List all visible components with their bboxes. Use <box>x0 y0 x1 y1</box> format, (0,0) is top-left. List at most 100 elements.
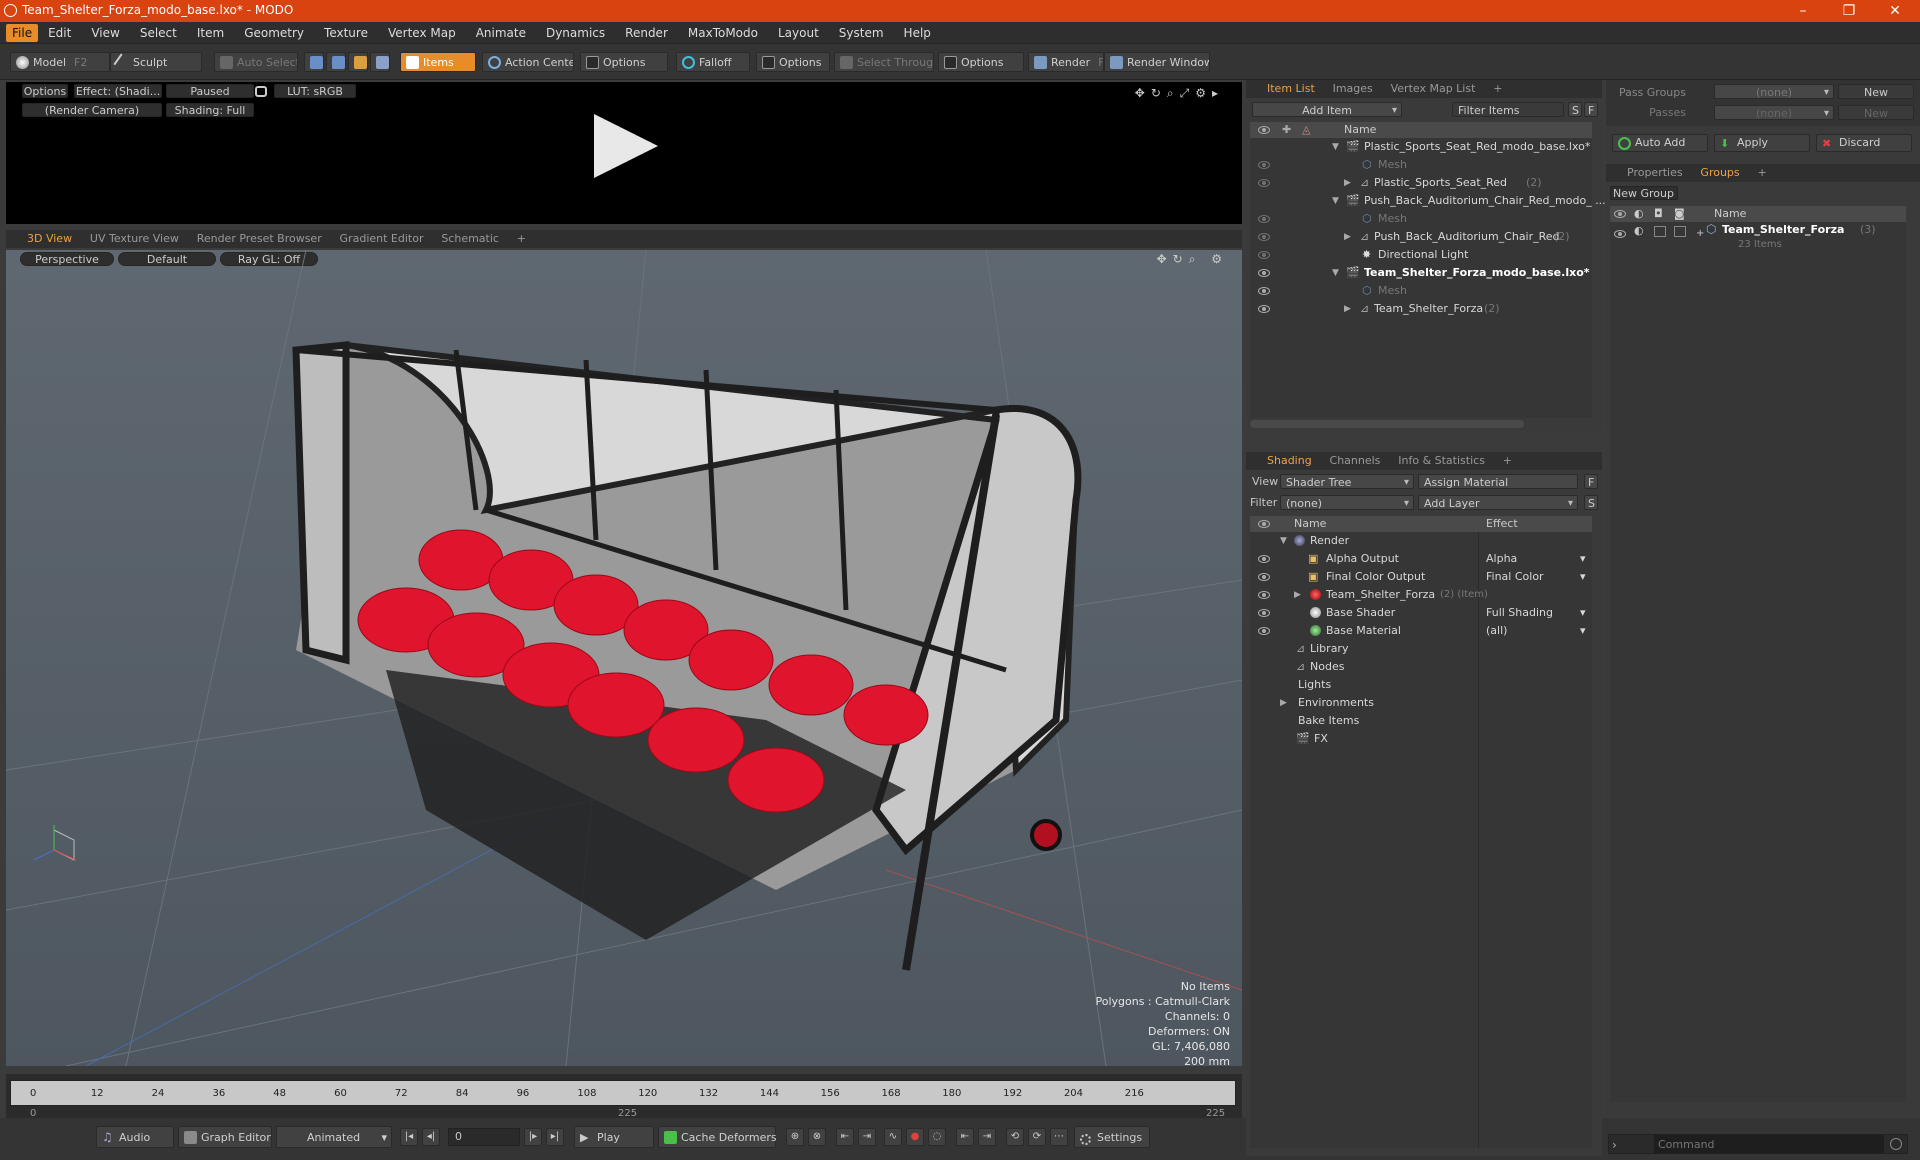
lock-icon[interactable] <box>255 86 267 97</box>
visibility-icon[interactable] <box>1258 305 1270 313</box>
render-toggle-icon[interactable]: ◐ <box>1634 224 1644 237</box>
view-dropdown[interactable]: Shader Tree <box>1280 474 1414 489</box>
preview-options-button[interactable]: Options <box>22 84 68 98</box>
item-row-chair-mesh[interactable]: ⬡ Mesh <box>1250 210 1592 228</box>
visibility-icon[interactable] <box>1258 233 1270 241</box>
shader-row-bake-items[interactable]: Bake Items <box>1250 712 1592 730</box>
menu-animate[interactable]: Animate <box>466 22 536 44</box>
select-through-button[interactable]: Select Through <box>834 52 934 72</box>
preview-nav-icons[interactable]: ✥↻⌕⤢⚙▸ <box>1135 86 1224 101</box>
item-row-shelter-mesh[interactable]: ⬡ Mesh <box>1250 282 1592 300</box>
menu-edit[interactable]: Edit <box>38 22 81 44</box>
tab-render-preset-browser[interactable]: Render Preset Browser <box>190 230 329 248</box>
tab-groups[interactable]: Groups <box>1693 164 1747 182</box>
shading-s-button[interactable]: S <box>1584 495 1598 510</box>
visibility-icon[interactable] <box>1614 230 1626 238</box>
tab-3d-view[interactable]: 3D View <box>20 230 80 248</box>
sculpt-mode-button[interactable]: Sculpt <box>110 52 202 72</box>
visibility-icon[interactable] <box>1258 161 1270 169</box>
play-preview-icon[interactable] <box>594 114 658 178</box>
chevron-down-icon[interactable]: ▾ <box>1580 604 1586 622</box>
filter-f-button[interactable]: F <box>1584 102 1598 117</box>
lut-dropdown[interactable]: LUT: sRGB <box>274 84 356 98</box>
key-tool-icon-11[interactable]: ⋯ <box>1050 1128 1068 1146</box>
menu-system[interactable]: System <box>829 22 894 44</box>
passes-dropdown[interactable]: (none) <box>1714 105 1834 120</box>
menu-file[interactable]: File <box>6 23 39 42</box>
key-tool-icon-8[interactable]: ⇥ <box>978 1128 996 1146</box>
shader-row-alpha-output[interactable]: ▣ Alpha Output Alpha ▾ <box>1250 550 1592 568</box>
chevron-down-icon[interactable]: ▾ <box>1580 550 1586 568</box>
preview-paused-button[interactable]: Paused <box>166 84 254 98</box>
materials-mode-button[interactable] <box>370 52 390 72</box>
render-window-button[interactable]: Render Window <box>1104 52 1210 72</box>
tab-item-list[interactable]: Item List <box>1260 80 1322 98</box>
go-to-end-icon[interactable]: ▸| <box>546 1128 564 1146</box>
action-center-button[interactable]: Action Center <box>482 52 574 72</box>
key-tool-icon-9[interactable]: ⟲ <box>1006 1128 1024 1146</box>
lock-checkbox[interactable] <box>1654 226 1666 237</box>
play-button[interactable]: ▶ Play <box>574 1126 654 1148</box>
add-layer-dropdown[interactable]: Add Layer <box>1418 495 1578 510</box>
shader-row-render[interactable]: ▼ Render <box>1250 532 1592 550</box>
item-row-seat-group[interactable]: ▶ ⊿ Plastic_Sports_Seat_Red (2) <box>1250 174 1592 192</box>
shader-row-library[interactable]: ⊿ Library <box>1250 640 1592 658</box>
item-row-shelter-group[interactable]: ▶ ⊿ Team_Shelter_Forza (2) <box>1250 300 1592 318</box>
vertices-mode-button[interactable] <box>304 52 324 72</box>
preview-effect-dropdown[interactable]: Effect: (Shadi... <box>74 84 162 98</box>
filter-items-input[interactable]: Filter Items <box>1452 102 1564 117</box>
item-list-scrollbar[interactable] <box>1250 420 1524 428</box>
base-shader-effect-dropdown[interactable]: Full Shading <box>1486 604 1553 622</box>
apply-button[interactable]: ⬇ Apply <box>1714 134 1810 152</box>
render-button[interactable]: RenderF9 <box>1028 52 1104 72</box>
tab-uv-texture-view[interactable]: UV Texture View <box>83 230 186 248</box>
visibility-icon[interactable] <box>1258 555 1270 563</box>
shader-row-team-shelter[interactable]: ▶ Team_Shelter_Forza (2) (Item) <box>1250 586 1592 604</box>
expand-icon[interactable]: + <box>1696 228 1704 239</box>
add-tab-icon[interactable]: + <box>510 230 533 248</box>
key-tool-icon-3[interactable]: ⇤ <box>836 1128 854 1146</box>
polygons-mode-button[interactable] <box>348 52 368 72</box>
action-center-options-button[interactable]: Options <box>580 52 668 72</box>
key-tool-icon-6[interactable]: ◌ <box>928 1128 946 1146</box>
menu-layout[interactable]: Layout <box>768 22 829 44</box>
audio-button[interactable]: ♫ Audio <box>96 1126 174 1148</box>
group-row-team-shelter[interactable]: ◐ + ⬡ Team_Shelter_Forza (3) 23 Items <box>1610 222 1906 258</box>
tab-shading[interactable]: Shading <box>1260 452 1319 470</box>
key-tool-icon-10[interactable]: ⟳ <box>1028 1128 1046 1146</box>
menu-view[interactable]: View <box>81 22 129 44</box>
tab-channels[interactable]: Channels <box>1323 452 1388 470</box>
visibility-icon[interactable] <box>1258 215 1270 223</box>
menu-help[interactable]: Help <box>894 22 941 44</box>
item-row-seat-mesh[interactable]: ⬡ Mesh <box>1250 156 1592 174</box>
cache-deformers-button[interactable]: Cache Deformers <box>658 1126 777 1148</box>
add-tab-icon[interactable]: + <box>1750 164 1773 182</box>
shader-row-nodes[interactable]: ⊿ Nodes <box>1250 658 1592 676</box>
menu-maxtomodo[interactable]: MaxToModo <box>678 22 768 44</box>
menu-texture[interactable]: Texture <box>314 22 378 44</box>
visibility-icon[interactable] <box>1258 269 1270 277</box>
add-tab-icon[interactable]: + <box>1486 80 1509 98</box>
new-pass-button[interactable]: New <box>1838 105 1914 120</box>
menu-render[interactable]: Render <box>615 22 678 44</box>
key-tool-icon-7[interactable]: ⇤ <box>956 1128 974 1146</box>
new-group-button[interactable]: New Group <box>1610 186 1678 200</box>
visibility-icon[interactable] <box>1258 251 1270 259</box>
assign-material-button[interactable]: Assign Material <box>1418 474 1578 489</box>
menu-geometry[interactable]: Geometry <box>234 22 314 44</box>
go-to-start-icon[interactable]: |◂ <box>400 1128 418 1146</box>
shader-row-final-color-output[interactable]: ▣ Final Color Output Final Color ▾ <box>1250 568 1592 586</box>
shader-row-base-shader[interactable]: Base Shader Full Shading ▾ <box>1250 604 1592 622</box>
item-row-shelter-scene[interactable]: ▼ 🎬 Team_Shelter_Forza_modo_base.lxo* <box>1250 264 1592 282</box>
frame-input[interactable]: 0 <box>448 1128 520 1146</box>
next-key-icon[interactable]: |▸ <box>524 1128 542 1146</box>
tab-properties[interactable]: Properties <box>1620 164 1690 182</box>
filter-s-button[interactable]: S <box>1568 102 1582 117</box>
record-icon[interactable]: ● <box>906 1128 924 1146</box>
tab-info-statistics[interactable]: Info & Statistics <box>1391 452 1492 470</box>
add-item-dropdown[interactable]: Add Item <box>1252 102 1402 117</box>
visibility-icon[interactable] <box>1258 287 1270 295</box>
item-row-chair-group[interactable]: ▶ ⊿ Push_Back_Auditorium_Chair_Red (2) <box>1250 228 1592 246</box>
filter-dropdown[interactable]: (none) <box>1280 495 1414 510</box>
tab-images[interactable]: Images <box>1326 80 1380 98</box>
